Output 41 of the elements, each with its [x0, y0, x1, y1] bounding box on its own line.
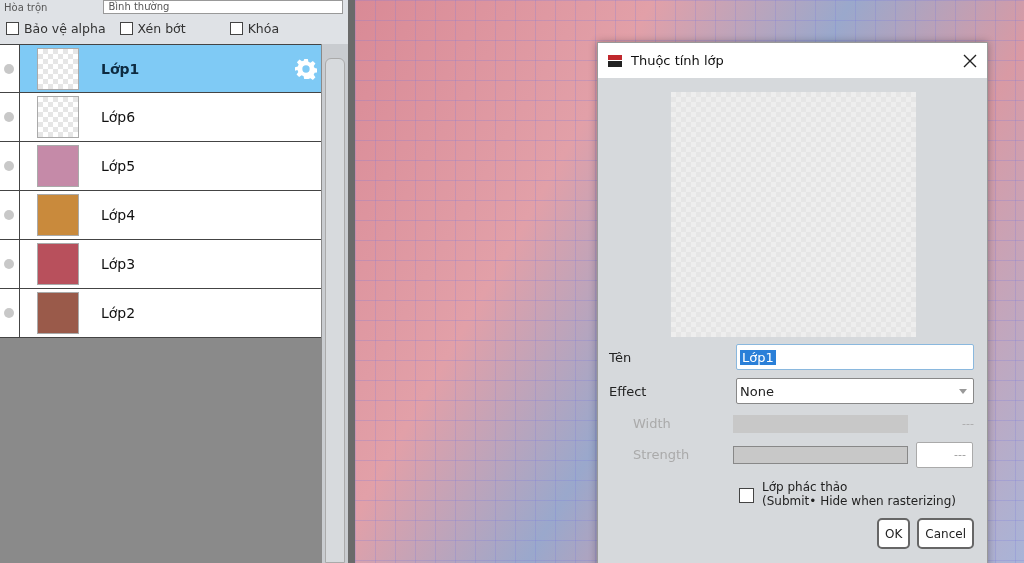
dialog-button[interactable]: Cancel — [917, 518, 974, 549]
dropdown-arrow-icon — [959, 388, 967, 394]
visibility-dot-icon[interactable] — [4, 112, 14, 122]
layer-name: Lớp2 — [101, 305, 136, 321]
name-field[interactable]: Lớp1 — [736, 344, 974, 370]
visibility-dot-icon[interactable] — [4, 259, 14, 269]
layer-name: Lớp6 — [101, 109, 136, 125]
visibility-dot-icon[interactable] — [4, 210, 14, 220]
checkbox[interactable] — [119, 22, 133, 35]
checkbox[interactable] — [6, 22, 19, 35]
visibility-dot-icon[interactable] — [4, 161, 14, 171]
layer-name: Lớp3 — [101, 256, 136, 272]
app-icon — [608, 54, 622, 67]
checkbox[interactable] — [739, 488, 754, 503]
layer-name: Lớp1 — [101, 60, 140, 77]
scrollbar[interactable] — [322, 44, 348, 563]
layer-name: Lớp5 — [101, 158, 136, 174]
strength-value-field: --- — [916, 441, 973, 468]
checkbox-label: Xén bớt — [137, 21, 186, 36]
effect-dropdown[interactable]: None — [736, 378, 974, 404]
visibility-dot-icon[interactable] — [4, 308, 14, 318]
checkbox-note: (Submit• Hide when rasterizing) — [762, 494, 956, 508]
dialog-title: Thuộc tính lớp — [631, 53, 724, 68]
layer-name: Lớp4 — [101, 207, 136, 223]
checkbox-label: Lớp phác thảo — [762, 480, 849, 494]
checkbox-label: Khóa — [247, 21, 280, 36]
checkbox-label: Bảo vệ alpha — [24, 21, 106, 36]
layer-item[interactable]: Lớp1 — [19, 45, 321, 92]
dialog-button[interactable]: OK — [877, 518, 911, 549]
transparent-thumbnail — [37, 47, 79, 90]
checkbox[interactable] — [229, 22, 243, 35]
transparent-thumbnail — [37, 96, 79, 138]
panel-splitter[interactable] — [348, 0, 355, 563]
close-icon[interactable] — [963, 53, 977, 68]
visibility-dot-icon[interactable] — [4, 63, 14, 74]
width-value: --- — [962, 417, 974, 430]
field-label: Effect — [609, 383, 648, 399]
blend-mode-field[interactable]: Bình thường — [103, 0, 344, 14]
blend-label: Hòa trộn — [4, 1, 48, 13]
settings-icon[interactable] — [295, 57, 317, 80]
field-label: Tên — [609, 349, 633, 365]
